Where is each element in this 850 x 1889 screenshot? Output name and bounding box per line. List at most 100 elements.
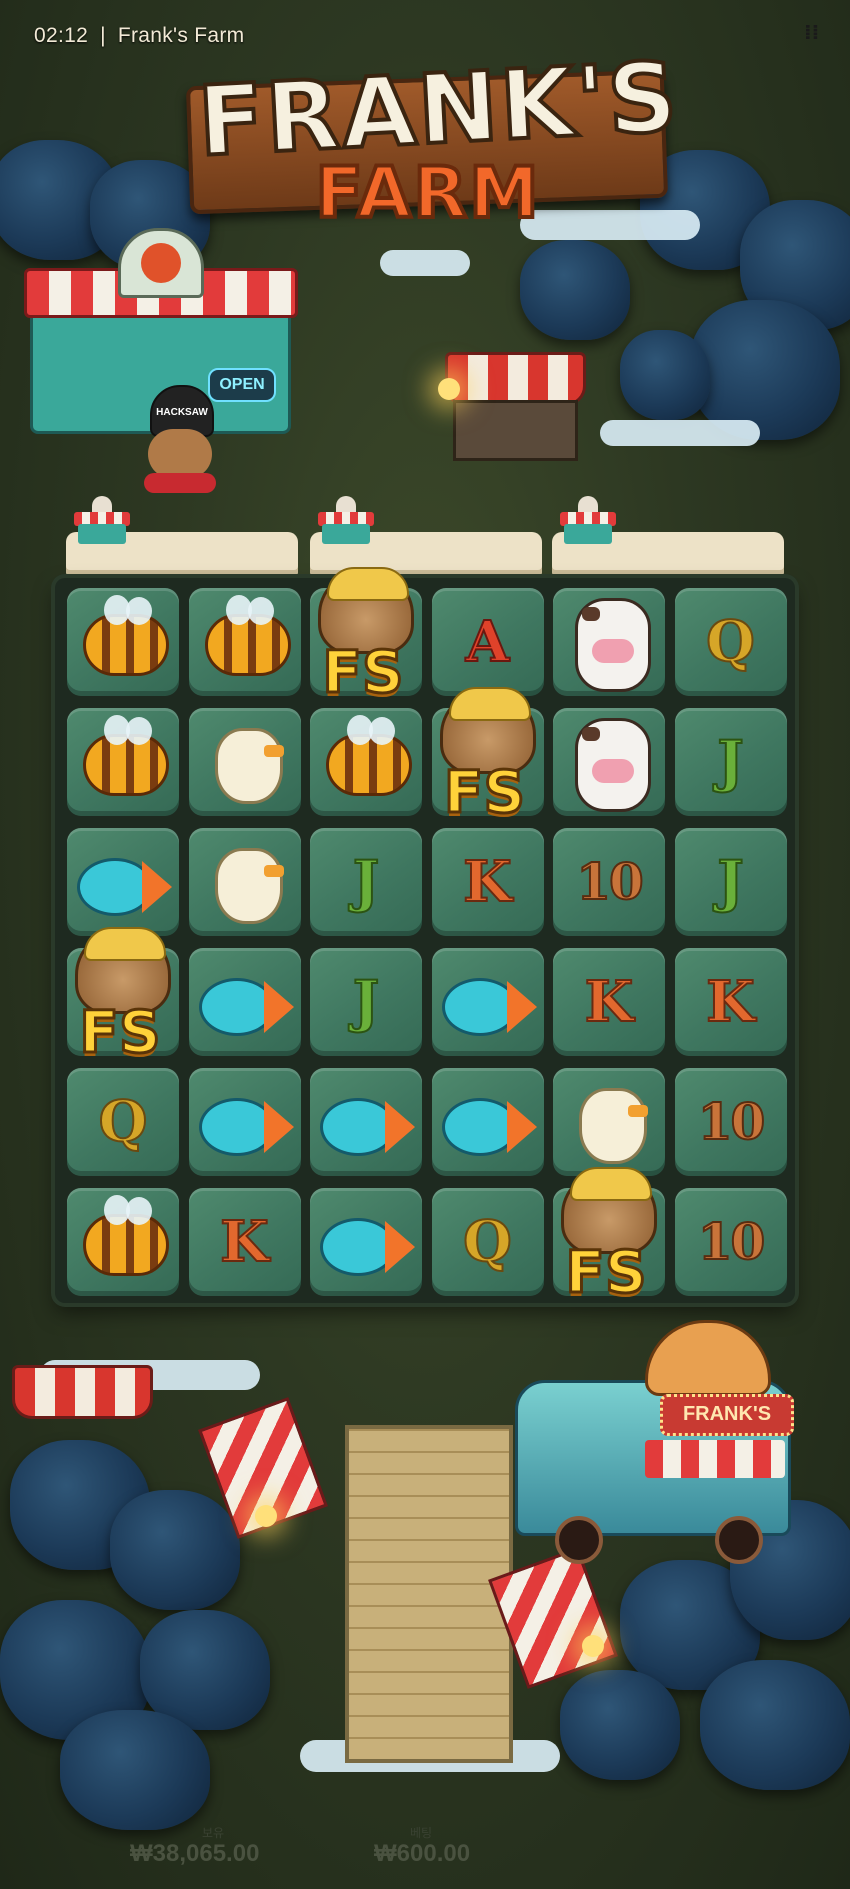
chicken-symbol-icon [579, 1088, 648, 1164]
reel-cell: Q [431, 1188, 544, 1296]
reel-cell [188, 588, 301, 696]
burger-icon [645, 1320, 771, 1396]
menu-grip-icon[interactable]: ⁞⁞ [804, 20, 828, 46]
reel-cell: A [431, 588, 544, 696]
reel-cell [310, 708, 422, 816]
letter-symbol: 10 [697, 1211, 767, 1272]
bet-value: ₩600.00 [374, 1840, 471, 1867]
reel-cell: J [674, 708, 787, 816]
truck-sign: FRANK'S [660, 1394, 794, 1436]
tree [60, 1710, 210, 1830]
mascot-face [148, 429, 212, 479]
cow-symbol-icon [575, 598, 651, 692]
fish-symbol-icon [77, 858, 172, 916]
reel-cell: Q [674, 588, 787, 696]
market-stall [12, 1365, 153, 1470]
letter-symbol: J [352, 848, 381, 916]
reel-cell [67, 1188, 179, 1296]
letter-symbol: A [465, 608, 510, 676]
free-spins-scatter: FS [531, 1167, 681, 1310]
reel-cell: J [310, 948, 422, 1056]
free-spins-scatter: FS [45, 927, 195, 1070]
free-spins-scatter: FS [288, 567, 438, 710]
bee-symbol-icon [83, 1195, 169, 1276]
letter-symbol: K [705, 968, 756, 1036]
pig-emblem-icon [141, 243, 181, 283]
chicken-symbol-icon [214, 848, 284, 924]
reel-cell [553, 588, 665, 696]
reel-cell: 10 [674, 1188, 787, 1296]
stall-awning [445, 352, 586, 406]
lamp-light [438, 378, 460, 400]
balance-footer: 보유 ₩38,065.00 베팅 ₩600.00 [0, 1820, 850, 1889]
fish-symbol-icon [198, 978, 294, 1036]
reel-cell [310, 1188, 422, 1296]
tree [110, 1490, 240, 1610]
letter-symbol: 10 [575, 851, 645, 912]
snow-patch [600, 420, 760, 446]
reel-cell: J [674, 828, 787, 936]
tree [690, 300, 840, 440]
reel-cell [310, 1068, 422, 1176]
reel-cell: K [674, 948, 787, 1056]
tree [560, 1670, 680, 1780]
letter-symbol: J [716, 728, 745, 796]
truck-sign-text: FRANK'S [682, 1403, 772, 1425]
reel-header-1 [66, 496, 298, 576]
fish-symbol-icon [198, 1098, 294, 1156]
fish-symbol-icon [320, 1098, 415, 1156]
free-spins-scatter: FS [410, 687, 560, 830]
truck-awning [645, 1440, 785, 1478]
reel-cell [188, 1068, 301, 1176]
fish-symbol-icon [441, 978, 537, 1036]
balance-value: ₩38,065.00 [130, 1840, 260, 1867]
status-separator: | [100, 24, 106, 47]
sloth-mascot: HACKSAW [140, 385, 220, 515]
letter-symbol: Q [98, 1088, 149, 1156]
wheel-icon [555, 1516, 603, 1564]
stall-awning [12, 1365, 153, 1419]
reel-cell [431, 1068, 544, 1176]
lamp-light [582, 1635, 604, 1657]
stall-counter [453, 400, 578, 461]
food-truck: FRANK'S [515, 1320, 795, 1564]
balance-label: 보유 [202, 1826, 225, 1840]
mini-shop-icon [318, 494, 374, 544]
letter-symbol: K [584, 968, 635, 1036]
reel-cell [431, 948, 544, 1056]
letter-symbol: J [716, 848, 745, 916]
brick-path [345, 1425, 513, 1763]
bet-label: 베팅 [410, 1826, 433, 1840]
mini-shop-icon [74, 494, 130, 544]
reel-cell [188, 828, 301, 936]
reel-cell [188, 948, 301, 1056]
reel-cell [188, 708, 301, 816]
game-title: Frank's Farm [117, 24, 245, 47]
shop-sign [118, 228, 204, 298]
scatter-label: FS [78, 997, 162, 1068]
lamp-light [255, 1505, 277, 1527]
game-logo: FRANK'S FARM [178, 39, 684, 238]
mascot-hat-text: HACKSAW [156, 407, 208, 418]
mini-shop-icon [560, 494, 616, 544]
status-bar: 02:12 | Frank's Farm [34, 24, 244, 48]
reel-cell: K [553, 948, 665, 1056]
bee-symbol-icon [83, 595, 169, 676]
fish-symbol-icon [441, 1098, 537, 1156]
letter-symbol: 10 [697, 1091, 767, 1152]
scatter-label: FS [442, 757, 526, 828]
market-stall [445, 352, 586, 461]
tree [620, 330, 710, 420]
clock-time: 02:12 [34, 24, 89, 47]
game-scene: 02:12 | Frank's Farm ⁞⁞ FRANK'S FARM OPEN … [0, 0, 850, 1889]
bee-symbol-icon [326, 715, 412, 796]
reel-cell: J [310, 828, 422, 936]
snow-patch [380, 250, 470, 276]
mascot-scarf [144, 473, 216, 493]
fish-symbol-icon [320, 1218, 415, 1276]
logo-subtitle: FARM [313, 150, 541, 236]
reel-cell: 10 [553, 828, 665, 936]
letter-symbol: J [352, 968, 381, 1036]
chicken-symbol-icon [214, 728, 284, 804]
letter-symbol: Q [462, 1208, 513, 1276]
